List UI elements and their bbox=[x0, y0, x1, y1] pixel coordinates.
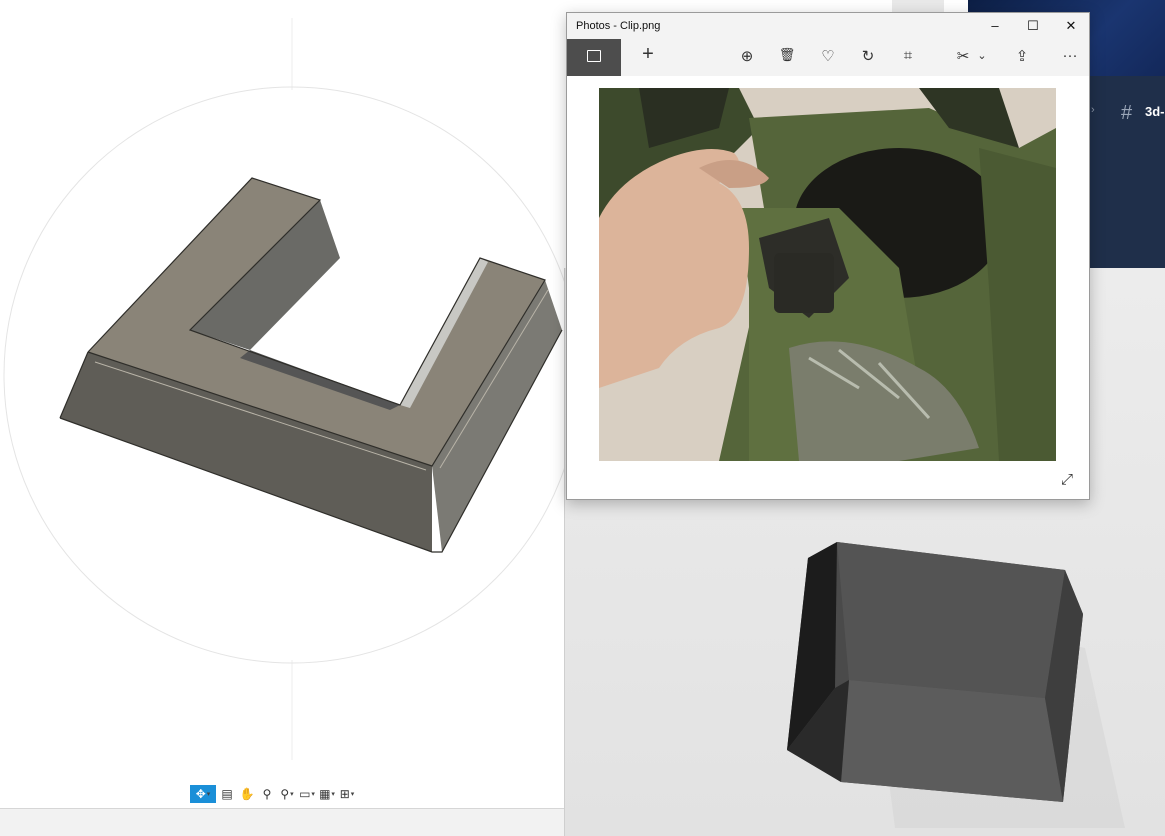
photos-window[interactable]: Photos - Clip.png – ☐ ✕ + ⊕ 🗑 ♡ ↻ ⌗ ✂ ⌄ … bbox=[566, 12, 1090, 500]
displayed-photo bbox=[599, 88, 1056, 461]
background-chat-app: › # 3d- bbox=[1089, 76, 1165, 268]
cad-viewport[interactable]: ✥ ▾ ▤ ✋ ⚲ ⚲ ▾ ▭ ▾ ▦ ▾ ⊞ ▾ bbox=[0, 0, 564, 836]
fit-icon[interactable]: ⚲ ▾ bbox=[278, 785, 296, 803]
rotate-icon[interactable]: ↻ bbox=[855, 47, 881, 65]
display-settings-icon[interactable]: ▭ ▾ bbox=[298, 785, 316, 803]
gallery-button[interactable] bbox=[567, 39, 621, 76]
command-bar: + ⊕ 🗑 ♡ ↻ ⌗ ✂ ⌄ ⇪ ··· bbox=[567, 39, 1089, 76]
viewports-icon[interactable]: ⊞ ▾ bbox=[338, 785, 356, 803]
maximize-button[interactable]: ☐ bbox=[1015, 17, 1051, 35]
image-icon bbox=[587, 50, 601, 62]
status-bar bbox=[0, 808, 564, 836]
add-icon[interactable]: + bbox=[635, 43, 661, 66]
title-bar[interactable]: Photos - Clip.png – ☐ ✕ bbox=[567, 13, 1089, 39]
chevron-right-icon: › bbox=[1091, 104, 1095, 116]
look-at-icon[interactable]: ▤ bbox=[218, 785, 236, 803]
channel-name[interactable]: 3d- bbox=[1145, 104, 1165, 119]
chevron-down-icon[interactable]: ⌄ bbox=[969, 49, 995, 62]
pan-icon[interactable]: ✋ bbox=[238, 785, 256, 803]
more-icon[interactable]: ··· bbox=[1057, 47, 1083, 64]
navigation-toolbar: ✥ ▾ ▤ ✋ ⚲ ⚲ ▾ ▭ ▾ ▦ ▾ ⊞ ▾ bbox=[190, 784, 356, 804]
window-title: Photos - Clip.png bbox=[576, 20, 661, 32]
orbit-icon[interactable]: ✥ ▾ bbox=[190, 785, 216, 803]
channel-hash-icon: # bbox=[1121, 102, 1133, 124]
expand-icon[interactable]: ⤢ bbox=[1061, 471, 1073, 488]
cad-scene bbox=[3, 18, 564, 760]
delete-icon[interactable]: 🗑 bbox=[774, 47, 800, 63]
minimize-button[interactable]: – bbox=[977, 17, 1013, 35]
grid-icon[interactable]: ▦ ▾ bbox=[318, 785, 336, 803]
low-poly-model bbox=[787, 542, 1083, 802]
zoom-icon[interactable]: ⚲ bbox=[258, 785, 276, 803]
favorite-icon[interactable]: ♡ bbox=[815, 47, 841, 65]
close-button[interactable]: ✕ bbox=[1053, 17, 1089, 35]
zoom-in-icon[interactable]: ⊕ bbox=[734, 47, 760, 65]
crop-icon[interactable]: ⌗ bbox=[895, 47, 921, 64]
share-icon[interactable]: ⇪ bbox=[1009, 47, 1035, 65]
u-bracket-model bbox=[59, 177, 563, 553]
